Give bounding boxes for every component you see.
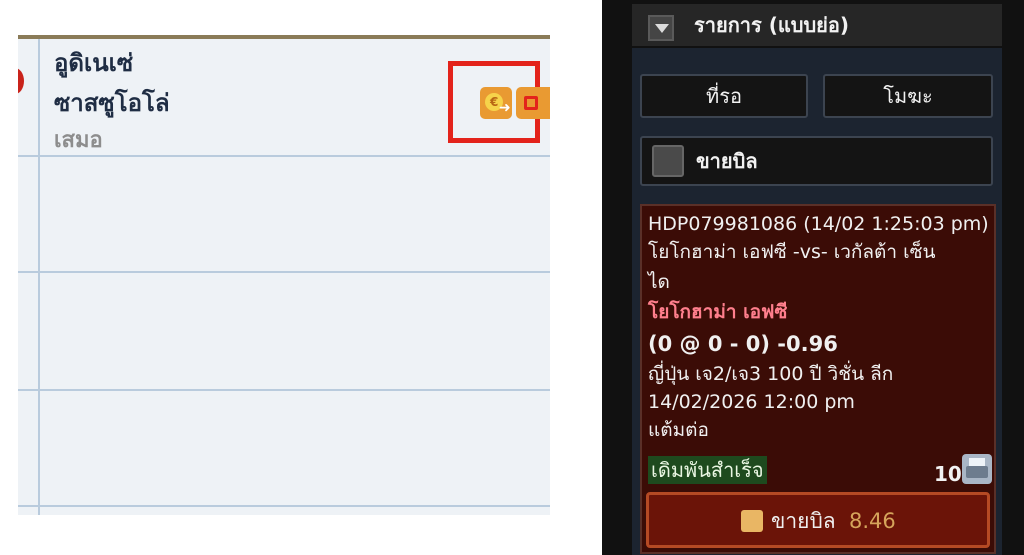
tab-void[interactable]: โมฆะ <box>823 74 993 118</box>
match-name-line2: ได <box>648 271 670 293</box>
cashout-icon[interactable]: € ➜ <box>480 87 512 119</box>
sell-bill-toggle[interactable]: ขายบิล <box>640 136 993 186</box>
tab-pending[interactable]: ที่รอ <box>640 74 808 118</box>
bet-id: HDP079981086 (14/02 1:25:03 pm) <box>648 213 989 235</box>
chevron-down-icon[interactable] <box>648 15 674 41</box>
grid-row-line <box>18 389 550 391</box>
kickoff-time: 14/02/2026 12:00 pm <box>648 391 855 413</box>
bet-card: HDP079981086 (14/02 1:25:03 pm) โยโกฮาม่… <box>640 204 996 554</box>
bet-odds: (0 @ 0 - 0) -0.96 <box>648 332 838 356</box>
match-name-line1: โยโกฮาม่า เอฟซี -vs- เวกัลต้า เซ็น <box>648 241 936 263</box>
bet-list-title: รายการ (แบบย่อ) <box>694 13 850 37</box>
league-name: ญี่ปุ่น เจ2/เจ3 100 ปี วิชั่น ลีก <box>648 363 894 385</box>
sell-bill-button[interactable]: ขายบิล 8.46 <box>646 492 990 548</box>
match-panel: อูดิเนเซ่ ซาสซูโอโล่ เสมอ € ➜ <box>18 35 550 515</box>
draw-label[interactable]: เสมอ <box>54 125 103 157</box>
coin-glyph: € <box>490 95 499 109</box>
bet-list-body: ที่รอ โมฆะ ขายบิล HDP079981086 (14/02 1:… <box>632 48 1002 555</box>
bet-type: แต้มต่อ <box>648 419 709 441</box>
grid-row-line <box>18 505 550 507</box>
team-home[interactable]: อูดิเนเซ่ <box>54 45 133 81</box>
panel-top-border <box>18 35 550 39</box>
print-body <box>966 466 988 478</box>
sell-bill-button-value: 8.46 <box>849 509 896 533</box>
grid-row-line <box>18 271 550 273</box>
sell-bill-label: ขายบิล <box>696 149 758 173</box>
stats-icon[interactable] <box>516 87 550 119</box>
bet-selection: โยโกฮาม่า เอฟซี <box>648 301 788 323</box>
bet-list-header[interactable]: รายการ (แบบย่อ) <box>632 4 1002 46</box>
cashout-icon <box>741 510 763 532</box>
print-icon[interactable] <box>962 454 992 484</box>
team-away[interactable]: ซาสซูโอโล่ <box>54 85 170 121</box>
stake-amount: 10 <box>934 462 962 486</box>
status-badge: เดิมพันสำเร็จ <box>648 456 767 484</box>
stats-icon-inner <box>524 96 538 110</box>
grid-column-line <box>38 39 40 515</box>
bet-list-panel: รายการ (แบบย่อ) ที่รอ โมฆะ ขายบิล HDP079… <box>602 0 1024 555</box>
sell-bill-button-label: ขายบิล <box>771 509 836 533</box>
arrow-icon: ➜ <box>499 100 511 116</box>
sell-bill-checkbox[interactable] <box>652 145 684 177</box>
